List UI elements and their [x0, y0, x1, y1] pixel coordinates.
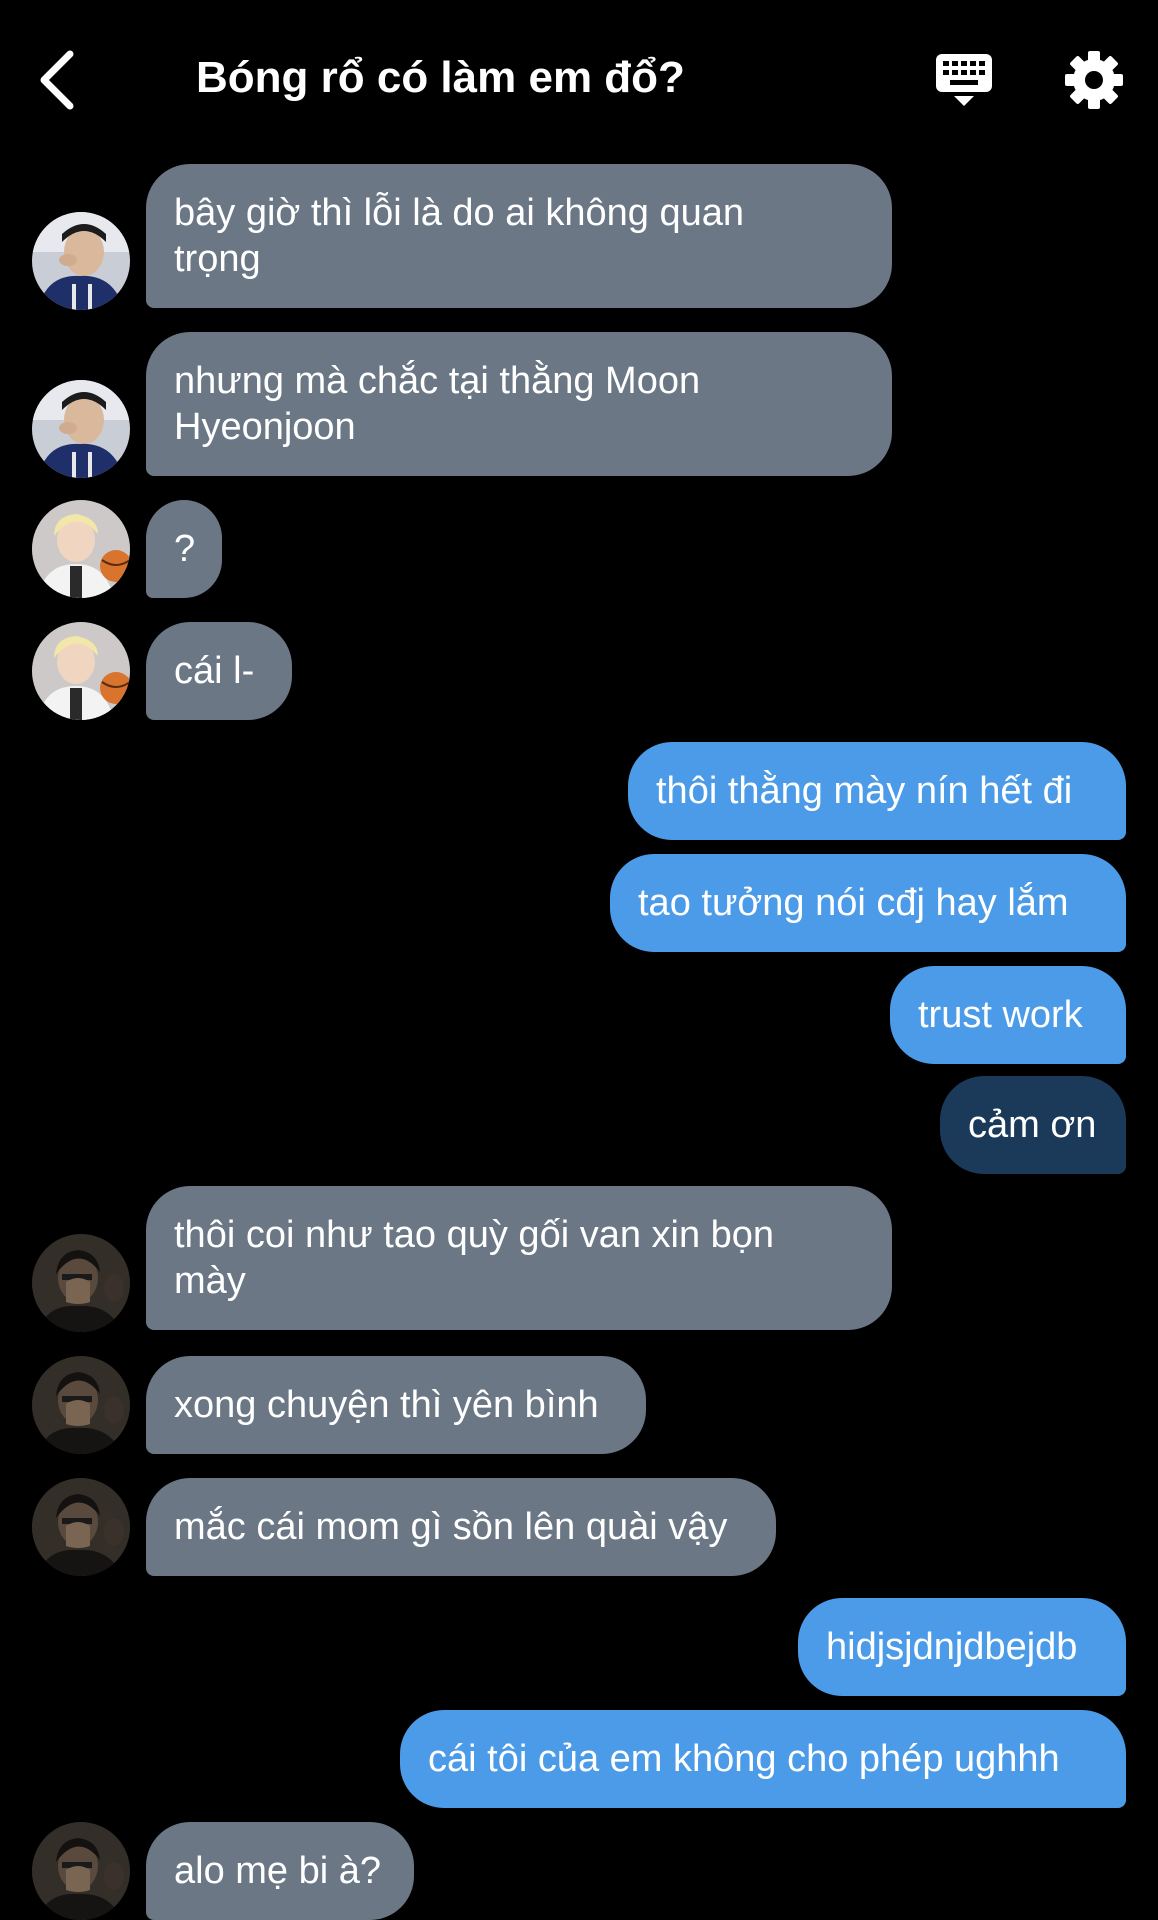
message-bubble[interactable]: cái tôi của em không cho phép ughhh — [400, 1710, 1126, 1808]
avatar[interactable] — [32, 212, 130, 310]
message-bubble[interactable]: bây giờ thì lỗi là do ai không quan trọn… — [146, 164, 892, 308]
message-bubble[interactable]: thôi coi như tao quỳ gối van xin bọn mày — [146, 1186, 892, 1330]
keyboard-button[interactable] — [934, 50, 994, 110]
avatar[interactable] — [32, 1478, 130, 1576]
message-bubble[interactable]: alo mẹ bi à? — [146, 1822, 414, 1920]
message-bubble[interactable]: hidjsjdnjdbejdb — [798, 1598, 1126, 1696]
avatar[interactable] — [32, 500, 130, 598]
avatar[interactable] — [32, 1356, 130, 1454]
keyboard-icon — [936, 54, 992, 106]
avatar[interactable] — [32, 380, 130, 478]
message-bubble[interactable]: cảm ơn — [940, 1076, 1126, 1174]
chevron-left-icon — [40, 50, 74, 110]
message-bubble[interactable]: tao tưởng nói cđj hay lắm — [610, 854, 1126, 952]
chat-header: Bóng rổ có làm em đổ? — [0, 0, 1158, 150]
message-bubble[interactable]: nhưng mà chắc tại thằng Moon Hyeonjoon — [146, 332, 892, 476]
message-bubble[interactable]: xong chuyện thì yên bình — [146, 1356, 646, 1454]
chat-title: Bóng rổ có làm em đổ? — [196, 53, 685, 102]
back-button[interactable] — [30, 40, 90, 120]
avatar[interactable] — [32, 1234, 130, 1332]
avatar[interactable] — [32, 1822, 130, 1920]
message-bubble[interactable]: cái l- — [146, 622, 292, 720]
avatar[interactable] — [32, 622, 130, 720]
message-bubble[interactable]: trust work — [890, 966, 1126, 1064]
message-bubble[interactable]: mắc cái mom gì sồn lên quài vậy — [146, 1478, 776, 1576]
message-bubble[interactable]: ? — [146, 500, 222, 598]
settings-button[interactable] — [1064, 50, 1124, 110]
gear-icon — [1065, 51, 1123, 109]
message-bubble[interactable]: thôi thằng mày nín hết đi — [628, 742, 1126, 840]
